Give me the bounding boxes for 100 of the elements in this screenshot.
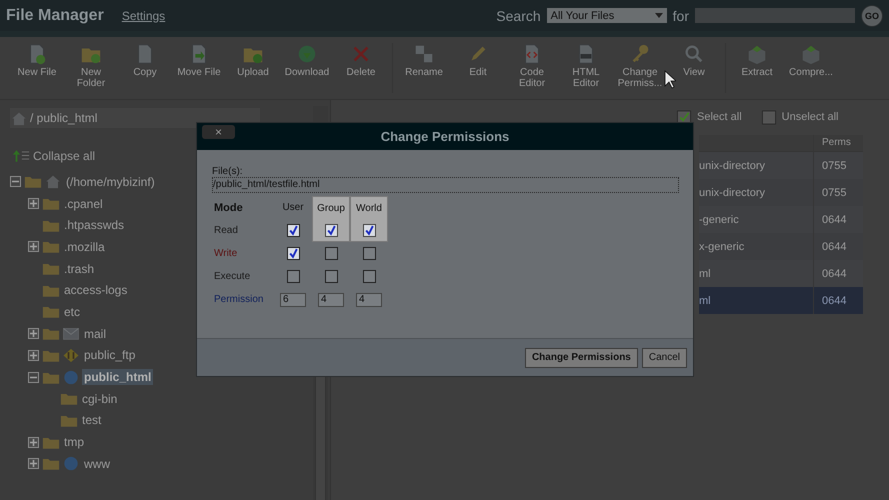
envelope-icon: [62, 326, 80, 342]
search-label: Search: [496, 8, 541, 24]
checkbox[interactable]: [362, 270, 376, 283]
toolbar-button[interactable]: View: [667, 43, 721, 78]
folder-icon: [42, 304, 60, 320]
folder-item[interactable]: mail: [82, 326, 108, 342]
folder-item[interactable]: .mozilla: [62, 238, 107, 255]
plus-box-icon[interactable]: [28, 436, 39, 448]
house-icon: [10, 110, 28, 126]
folder-icon: [42, 239, 60, 254]
plus-box-icon[interactable]: [28, 198, 39, 210]
plus-box-icon[interactable]: [28, 241, 39, 252]
minus-box-icon[interactable]: [10, 176, 21, 188]
folder-item[interactable]: tmp: [62, 434, 86, 450]
toolbar-button[interactable]: Rename: [397, 43, 451, 78]
folder-icon: [24, 174, 42, 190]
folder-icon: [42, 326, 60, 342]
unselect-all-button[interactable]: Unselect all: [760, 110, 838, 124]
toolbar-button[interactable]: Compre...: [784, 43, 838, 78]
checkbox[interactable]: [286, 247, 300, 260]
toolbar-button[interactable]: Upload: [226, 43, 280, 78]
folder-item[interactable]: .cpanel: [62, 196, 105, 212]
plus-box-icon[interactable]: [28, 350, 39, 361]
pointer-icon: [664, 70, 676, 89]
checkbox[interactable]: [324, 224, 338, 236]
table-cell: ml: [699, 260, 813, 287]
toolbar-button[interactable]: New File: [10, 43, 64, 78]
checkbox[interactable]: [324, 270, 338, 283]
permission-field[interactable]: 4: [356, 292, 382, 306]
table-cell: 0755: [813, 152, 863, 179]
row-label: Write: [214, 247, 238, 261]
permission-field[interactable]: 4: [318, 292, 344, 306]
toolbar-button[interactable]: Edit: [451, 43, 505, 78]
globe-icon: [296, 43, 318, 65]
toolbar-button[interactable]: HTML Editor: [559, 43, 613, 89]
folder-icon: [42, 456, 60, 472]
folder-item[interactable]: etc: [62, 304, 82, 320]
checkbox[interactable]: [286, 270, 300, 283]
toolbar-button[interactable]: Download: [280, 43, 334, 78]
go-button[interactable]: GO: [861, 4, 883, 26]
toolbar-button[interactable]: Move File: [172, 43, 226, 78]
folder-item[interactable]: public_html: [82, 369, 154, 386]
close-button[interactable]: ×: [202, 125, 235, 139]
table-cell: 0644: [813, 206, 863, 233]
cancel-button[interactable]: Cancel: [642, 348, 687, 368]
row-label: Execute: [214, 270, 252, 284]
arrows-icon: [62, 348, 80, 363]
table-cell: 0644: [813, 287, 863, 314]
folder-item[interactable]: test: [80, 412, 104, 428]
column-header: User: [281, 201, 305, 215]
folder-item[interactable]: .htpasswds: [62, 217, 126, 234]
files-label: File(s):: [212, 166, 244, 177]
folder-icon: [42, 261, 60, 276]
folder-item[interactable]: .trash: [62, 260, 96, 277]
minus-box-icon[interactable]: [28, 372, 39, 383]
plus-box-icon[interactable]: [28, 328, 39, 340]
permission-field[interactable]: 6: [280, 292, 306, 306]
toolbar-button[interactable]: Extract: [730, 43, 784, 78]
magnifier-icon: [683, 43, 705, 65]
folder-item[interactable]: www: [82, 456, 112, 472]
folder-item[interactable]: cgi-bin: [80, 390, 120, 407]
toolbar-button[interactable]: Code Editor: [505, 43, 559, 89]
folder-icon: [60, 391, 78, 406]
checkbox-icon: [760, 110, 778, 124]
row-label: Permission: [214, 293, 264, 307]
search-field[interactable]: [695, 8, 855, 23]
column-header: Group: [312, 196, 350, 219]
arrow-up-icon: [12, 148, 30, 163]
checkbox[interactable]: [362, 224, 376, 236]
globe-icon: [62, 370, 80, 385]
box-icon: [800, 43, 822, 65]
plus-box-icon[interactable]: [28, 458, 39, 470]
folder-item[interactable]: public_ftp: [82, 347, 138, 364]
files-field: /public_html/testfile.html: [212, 177, 679, 193]
collapse-all-link[interactable]: Collapse all: [12, 148, 313, 163]
settings-link[interactable]: Settings: [122, 8, 166, 22]
toolbar-button[interactable]: Change Permiss...: [613, 43, 667, 89]
table-cell: 0644: [813, 260, 863, 287]
folder-icon: [42, 196, 60, 212]
table-cell: unix-directory: [699, 152, 813, 179]
column-header: World: [350, 196, 388, 219]
app-title: File Manager: [6, 6, 104, 24]
caret-icon: [654, 13, 663, 18]
checkbox[interactable]: [286, 224, 300, 237]
row-label: Read: [214, 224, 239, 238]
folder-item[interactable]: (/home/mybizinf): [64, 174, 157, 190]
globe-icon: [62, 456, 80, 472]
for-label: for: [672, 8, 689, 24]
box-icon: [746, 43, 768, 65]
dialog-title: Change Permissions: [380, 129, 510, 144]
toolbar-button[interactable]: New Folder: [64, 43, 118, 89]
column-header[interactable]: Perms: [813, 135, 863, 152]
toolbar-button[interactable]: Copy: [118, 43, 172, 78]
search-scope-dropdown[interactable]: All Your Files: [546, 8, 667, 23]
change-permissions-button[interactable]: Change Permissions: [524, 348, 638, 368]
folder-item[interactable]: access-logs: [62, 282, 130, 298]
toolbar-button[interactable]: Delete: [334, 43, 388, 78]
path-field[interactable]: / public_html: [10, 108, 260, 128]
checkbox[interactable]: [362, 247, 376, 260]
checkbox[interactable]: [324, 247, 338, 260]
